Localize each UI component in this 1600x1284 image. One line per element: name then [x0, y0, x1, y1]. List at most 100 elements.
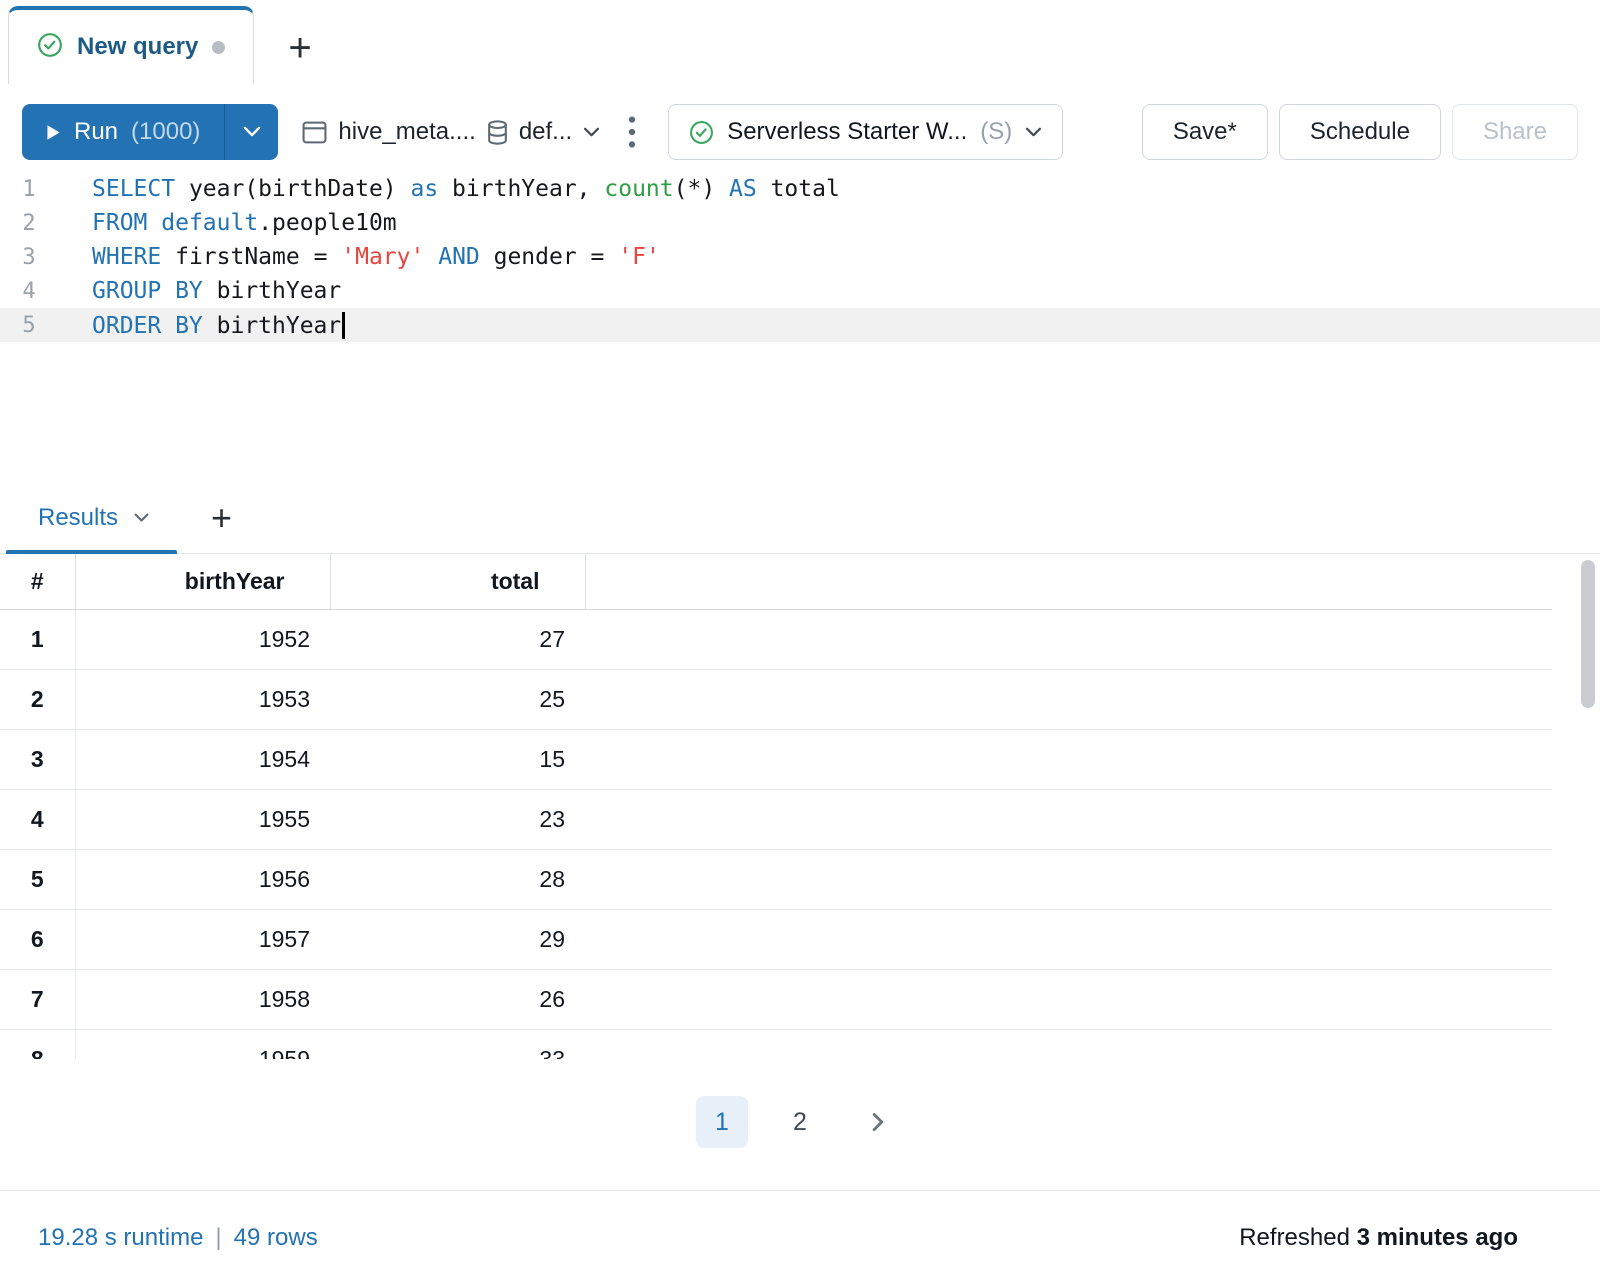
- results-tab-label: Results: [38, 504, 118, 532]
- stats-separator: |: [215, 1224, 221, 1252]
- check-circle-icon: [689, 120, 714, 145]
- run-label: Run: [74, 118, 118, 146]
- data-cell: 1958: [75, 969, 330, 1029]
- tab-results[interactable]: Results: [0, 482, 177, 553]
- column-header[interactable]: birthYear: [75, 554, 330, 609]
- row-number-cell: 3: [0, 729, 75, 789]
- catalog-icon: [302, 121, 327, 144]
- chevron-down-icon: [583, 127, 600, 138]
- row-number-cell: 7: [0, 969, 75, 1029]
- more-options-kebab-icon[interactable]: [628, 115, 636, 149]
- warehouse-label: Serverless Starter W...: [727, 118, 967, 146]
- table-row[interactable]: 5195628: [0, 849, 1552, 909]
- code-text: GROUP BY birthYear: [92, 278, 341, 304]
- run-button[interactable]: Run (1000): [22, 104, 224, 160]
- row-number-cell: 8: [0, 1029, 75, 1059]
- line-number: 3: [0, 245, 58, 270]
- chevron-down-icon: [1025, 127, 1042, 138]
- tab-new-query[interactable]: New query: [8, 6, 254, 84]
- chevron-down-icon: [243, 126, 261, 138]
- line-number: 2: [0, 211, 58, 236]
- results-table-container: #birthYeartotal 119522721953253195415419…: [0, 554, 1600, 1059]
- tab-label: New query: [77, 33, 198, 61]
- text-cursor: [342, 312, 345, 339]
- table-row[interactable]: 7195826: [0, 969, 1552, 1029]
- code-line[interactable]: 5 ORDER BY birthYear: [0, 308, 1600, 342]
- table-row[interactable]: 6195729: [0, 909, 1552, 969]
- add-visualization-button[interactable]: +: [211, 500, 232, 536]
- code-line[interactable]: 4 GROUP BY birthYear: [0, 274, 1600, 308]
- sql-editor[interactable]: 1SELECT year(birthDate) as birthYear, co…: [0, 160, 1600, 482]
- table-row[interactable]: 2195325: [0, 669, 1552, 729]
- row-count-text[interactable]: 49 rows: [234, 1224, 318, 1252]
- new-tab-button[interactable]: +: [288, 28, 311, 68]
- table-row[interactable]: 4195523: [0, 789, 1552, 849]
- empty-cell: [585, 969, 1552, 1029]
- results-table: #birthYeartotal 119522721953253195415419…: [0, 554, 1552, 1059]
- data-cell: 26: [330, 969, 585, 1029]
- toolbar: Run (1000) hive_meta.... def...: [22, 104, 1578, 160]
- empty-cell: [585, 849, 1552, 909]
- results-panel-header: Results +: [0, 482, 1600, 554]
- row-number-cell: 2: [0, 669, 75, 729]
- next-page-button[interactable]: [852, 1096, 904, 1148]
- run-limit: (1000): [131, 118, 200, 146]
- code-line[interactable]: 2 FROM default.people10m: [0, 206, 1600, 240]
- table-row[interactable]: 8195933: [0, 1029, 1552, 1059]
- code-line[interactable]: 1SELECT year(birthDate) as birthYear, co…: [0, 172, 1600, 206]
- run-button-group: Run (1000): [22, 104, 278, 160]
- scrollbar-thumb[interactable]: [1581, 560, 1595, 708]
- page-button-2[interactable]: 2: [774, 1096, 826, 1148]
- code-line[interactable]: 3 WHERE firstName = 'Mary' AND gender = '…: [0, 240, 1600, 274]
- catalog-schema-selector[interactable]: hive_meta.... def...: [302, 118, 600, 146]
- table-row[interactable]: 3195415: [0, 729, 1552, 789]
- code-text: ORDER BY birthYear: [92, 312, 345, 339]
- results-header-row: #birthYeartotal: [0, 554, 1552, 609]
- line-number: 5: [0, 313, 58, 338]
- runtime-text[interactable]: 19.28 s runtime: [38, 1224, 203, 1252]
- play-icon: [46, 124, 61, 141]
- data-cell: 1959: [75, 1029, 330, 1059]
- query-stats: 19.28 s runtime | 49 rows: [38, 1224, 318, 1252]
- warehouse-size: (S): [980, 118, 1012, 146]
- check-circle-icon: [37, 32, 63, 63]
- empty-cell: [585, 609, 1552, 669]
- line-number: 1: [0, 177, 58, 202]
- empty-cell: [585, 729, 1552, 789]
- column-header[interactable]: #: [0, 554, 75, 609]
- catalog-label: hive_meta....: [338, 118, 475, 146]
- data-cell: 33: [330, 1029, 585, 1059]
- data-cell: 25: [330, 669, 585, 729]
- code-text: WHERE firstName = 'Mary' AND gender = 'F…: [92, 244, 660, 270]
- data-cell: 28: [330, 849, 585, 909]
- row-number-cell: 4: [0, 789, 75, 849]
- data-cell: 15: [330, 729, 585, 789]
- row-number-cell: 1: [0, 609, 75, 669]
- table-row[interactable]: 1195227: [0, 609, 1552, 669]
- data-cell: 1952: [75, 609, 330, 669]
- run-options-button[interactable]: [224, 104, 278, 160]
- refreshed-status: Refreshed 3 minutes ago: [1239, 1224, 1518, 1252]
- empty-cell: [585, 909, 1552, 969]
- data-cell: 29: [330, 909, 585, 969]
- line-number: 4: [0, 279, 58, 304]
- column-header[interactable]: total: [330, 554, 585, 609]
- page-button-1[interactable]: 1: [696, 1096, 748, 1148]
- schema-database-icon: [487, 120, 508, 145]
- data-cell: 1954: [75, 729, 330, 789]
- schedule-button[interactable]: Schedule: [1279, 104, 1441, 160]
- save-button[interactable]: Save*: [1142, 104, 1268, 160]
- code-text: FROM default.people10m: [92, 210, 397, 236]
- empty-cell: [585, 1029, 1552, 1059]
- data-cell: 1956: [75, 849, 330, 909]
- refreshed-time: 3 minutes ago: [1357, 1224, 1518, 1251]
- unsaved-dot-icon: [212, 41, 225, 54]
- chevron-down-icon: [134, 513, 149, 523]
- status-footer: 19.28 s runtime | 49 rows Refreshed 3 mi…: [0, 1190, 1600, 1284]
- warehouse-selector[interactable]: Serverless Starter W... (S): [668, 104, 1063, 160]
- sql-editor-app: New query + Run (1000) hive_meta.... d: [0, 0, 1600, 1284]
- results-body: 1195227219532531954154195523519562861957…: [0, 609, 1552, 1059]
- data-cell: 23: [330, 789, 585, 849]
- query-tab-bar: New query +: [0, 0, 1600, 84]
- share-button: Share: [1452, 104, 1578, 160]
